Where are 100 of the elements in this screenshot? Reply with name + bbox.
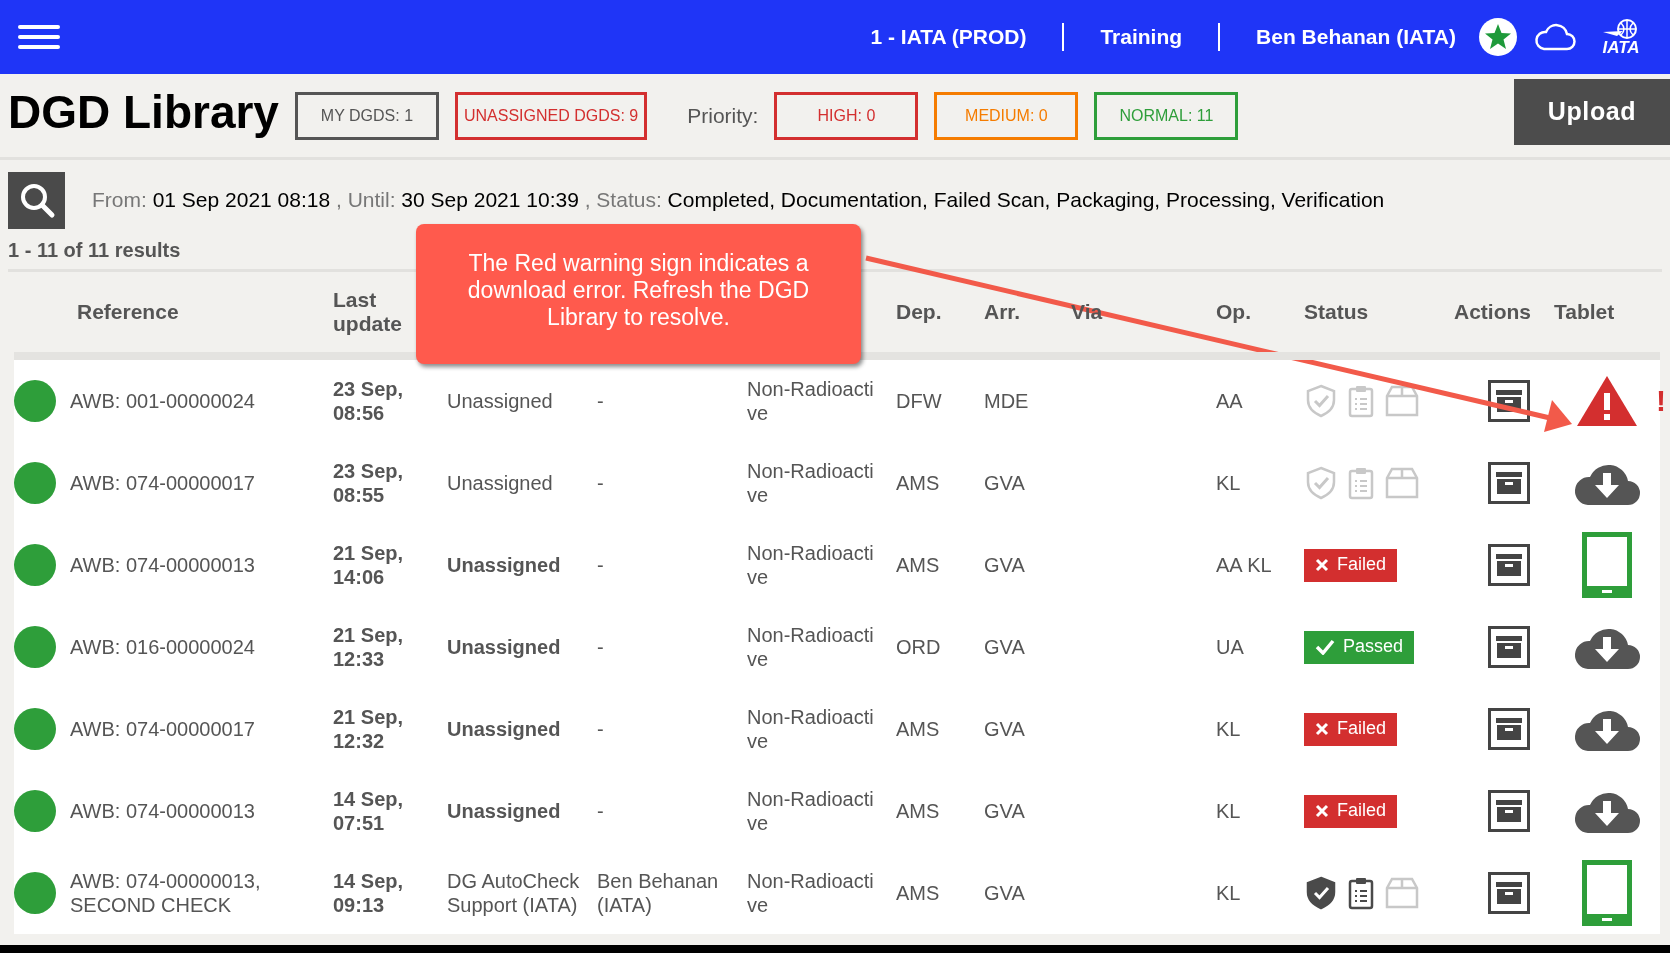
time-cell-text: 12:32 xyxy=(333,729,386,753)
type-cell-text: Non-Radioactive xyxy=(747,377,875,425)
error-mark: ! xyxy=(1656,383,1666,419)
page-title: DGD Library xyxy=(8,85,279,140)
reference-link[interactable]: AWB: 001-00000024 xyxy=(70,389,313,413)
date-cell-text: 21 Sep, xyxy=(333,623,405,647)
type-cell-text: Non-Radioactive xyxy=(747,787,875,835)
archive-icon xyxy=(1496,472,1522,494)
status-badge: Failed xyxy=(1304,712,1398,746)
operator-cell: UA xyxy=(1216,636,1244,658)
type-cell-text: Non-Radioactive xyxy=(747,705,875,753)
date-cell-text: 14 Sep, xyxy=(333,869,405,893)
archive-icon xyxy=(1496,882,1522,904)
archive-icon xyxy=(1496,390,1522,412)
dep-cell: AMS xyxy=(896,472,940,494)
date-cell-text: 21 Sep, xyxy=(333,705,405,729)
counter-filter[interactable]: MY DGDS: 1 xyxy=(294,91,439,140)
cloud-icon[interactable] xyxy=(1534,23,1576,51)
date-cell-text: 23 Sep, xyxy=(333,459,405,483)
status-badge: Failed xyxy=(1304,548,1398,582)
assignee-cell: - xyxy=(597,472,604,494)
type-cell-text: Non-Radioactive xyxy=(747,869,875,917)
upload-button[interactable]: Upload xyxy=(1514,78,1670,145)
priority-filter[interactable]: HIGH: 0 xyxy=(774,91,919,140)
archive-icon xyxy=(1496,800,1522,822)
time-cell-text: 09:13 xyxy=(333,893,386,917)
reference-link[interactable]: AWB: 074-00000013 xyxy=(70,799,313,823)
arr-cell: GVA xyxy=(984,636,1025,658)
callout: The Red warning sign indicates a download error. Refresh the DGD Library to resolve. xyxy=(416,224,861,364)
assignee-cell: - xyxy=(597,800,604,822)
date-cell-text: 14 Sep, xyxy=(333,787,405,811)
dep-cell: ORD xyxy=(896,636,941,658)
column-header[interactable]: Tablet xyxy=(1554,299,1660,325)
warning-icon[interactable] xyxy=(1576,375,1638,427)
arr-cell: GVA xyxy=(984,882,1025,904)
assigned-cell: Unassigned xyxy=(447,554,561,576)
archive-button[interactable] xyxy=(1488,380,1530,422)
time-cell-text: 07:51 xyxy=(333,811,386,835)
assigned-cell: Unassigned xyxy=(447,636,561,658)
reference-link[interactable]: AWB: 016-00000024 xyxy=(70,635,313,659)
assigned-cell: Unassigned xyxy=(447,472,553,494)
archive-button[interactable] xyxy=(1488,462,1530,504)
archive-icon xyxy=(1496,636,1522,658)
column-header[interactable]: Status xyxy=(1304,299,1454,325)
archive-icon xyxy=(1496,718,1522,740)
tablet-icon[interactable] xyxy=(1582,532,1632,598)
status-badge: Failed xyxy=(1304,794,1398,828)
assigned-cell: Unassigned xyxy=(447,390,553,412)
archive-button[interactable] xyxy=(1488,544,1530,586)
operator-cell: KL xyxy=(1216,718,1241,740)
column-header[interactable]: Last update xyxy=(333,287,409,337)
column-header[interactable]: Reference xyxy=(70,299,333,325)
results-count: 1 - 11 of 11 results xyxy=(8,238,181,263)
type-cell-text: Non-Radioactive xyxy=(747,459,875,507)
archive-button[interactable] xyxy=(1488,708,1530,750)
menu-button[interactable] xyxy=(18,22,60,52)
counter-filter[interactable]: UNASSIGNED DGDS: 9 xyxy=(454,91,648,140)
type-cell-text: Non-Radioactive xyxy=(747,623,875,671)
arr-cell: MDE xyxy=(984,390,1029,412)
column-header[interactable]: Actions xyxy=(1454,299,1554,325)
user-name[interactable]: Ben Behanan (IATA) xyxy=(1256,21,1456,53)
reference-link[interactable]: AWB: 074-00000013, SECOND CHECK xyxy=(70,869,313,917)
time-cell-text: 14:06 xyxy=(333,565,386,589)
operator-cell: KL xyxy=(1216,472,1241,494)
operator-cell: AA KL xyxy=(1216,554,1272,576)
assignee-cell: - xyxy=(597,390,604,412)
column-header[interactable]: Dep. xyxy=(896,299,984,325)
arr-cell: GVA xyxy=(984,718,1025,740)
reference-link[interactable]: AWB: 074-00000017 xyxy=(70,717,313,741)
archive-button[interactable] xyxy=(1488,790,1530,832)
reference-link[interactable]: AWB: 074-00000017 xyxy=(70,471,313,495)
type-cell-text: Non-Radioactive xyxy=(747,541,875,589)
tablet-icon[interactable] xyxy=(1582,860,1632,926)
column-header[interactable]: Op. xyxy=(1216,299,1304,325)
priority-label: Priority: xyxy=(687,102,759,129)
time-cell-text: 08:56 xyxy=(333,401,386,425)
logo: IATA xyxy=(1590,18,1652,56)
date-cell-text: 23 Sep, xyxy=(333,377,405,401)
mode-label[interactable]: Training xyxy=(1100,21,1183,53)
archive-button[interactable] xyxy=(1488,626,1530,668)
time-cell-text: 08:55 xyxy=(333,483,386,507)
dep-cell: AMS xyxy=(896,718,940,740)
reference-link[interactable]: AWB: 074-00000013 xyxy=(70,553,313,577)
operator-cell: KL xyxy=(1216,800,1241,822)
operator-cell: KL xyxy=(1216,882,1241,904)
dep-cell: DFW xyxy=(896,390,942,412)
assigned-cell: Unassigned xyxy=(447,800,561,822)
archive-button[interactable] xyxy=(1488,872,1530,914)
filter-summary: From: 01 Sep 2021 08:18 , Until: 30 Sep 2021 10:39 , Status: Completed, Documentation, Failed Scan, Packaging, Processing, Verification xyxy=(92,187,1385,214)
environment-label[interactable]: 1 - IATA (PROD) xyxy=(870,21,1027,53)
operator-cell: AA xyxy=(1216,390,1243,412)
column-header[interactable]: Arr. xyxy=(984,299,1071,325)
date-cell-text: 21 Sep, xyxy=(333,541,405,565)
dep-cell: AMS xyxy=(896,554,940,576)
archive-icon xyxy=(1496,554,1522,576)
dep-cell: AMS xyxy=(896,882,940,904)
assigned-cell: DG AutoCheck Support (IATA) xyxy=(447,870,580,916)
assignee-cell: - xyxy=(597,636,604,658)
search-button[interactable] xyxy=(8,171,65,229)
assigned-cell: Unassigned xyxy=(447,718,561,740)
